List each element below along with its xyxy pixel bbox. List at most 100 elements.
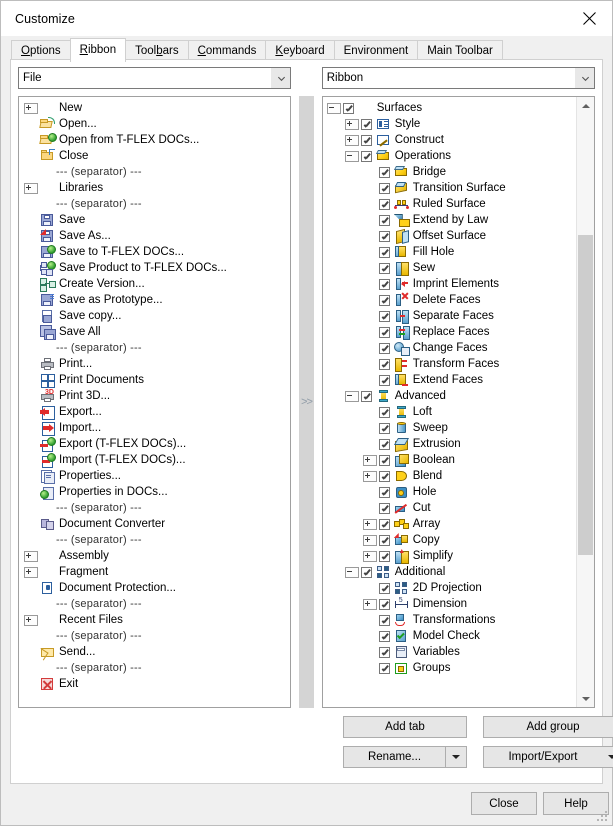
scrollbar-thumb[interactable] — [578, 235, 593, 555]
item-checkbox[interactable] — [378, 166, 390, 178]
left-tree-item[interactable]: Import... — [19, 420, 290, 436]
left-tree-item[interactable]: Properties in DOCs... — [19, 484, 290, 500]
item-checkbox[interactable] — [360, 134, 372, 146]
expander-slot[interactable] — [362, 518, 379, 530]
tree-separator[interactable]: --- (separator) --- — [19, 596, 290, 612]
right-tree-item[interactable]: Cut — [323, 500, 576, 516]
expand-plus-icon[interactable] — [24, 182, 38, 194]
left-tree-item[interactable]: Open from T-FLEX DOCs... — [19, 132, 290, 148]
tree-separator[interactable]: --- (separator) --- — [19, 500, 290, 516]
item-checkbox[interactable] — [378, 374, 390, 386]
expander-slot[interactable] — [24, 102, 40, 114]
expand-plus-icon[interactable] — [344, 118, 359, 130]
left-category-combo[interactable]: File — [18, 67, 292, 89]
right-tree-item[interactable]: Surfaces — [323, 100, 576, 116]
expand-plus-icon[interactable] — [362, 598, 377, 610]
item-checkbox[interactable] — [378, 294, 390, 306]
item-checkbox[interactable] — [378, 534, 390, 546]
left-tree-item[interactable]: Save as Prototype... — [19, 292, 290, 308]
right-tree-item[interactable]: Extend Faces — [323, 372, 576, 388]
collapse-minus-icon[interactable] — [326, 102, 341, 114]
scroll-up-button[interactable] — [577, 97, 594, 114]
item-checkbox[interactable] — [378, 246, 390, 258]
expander-slot[interactable] — [24, 566, 40, 578]
item-checkbox[interactable] — [378, 646, 390, 658]
right-tree-item[interactable]: Model Check — [323, 628, 576, 644]
item-checkbox[interactable] — [378, 262, 390, 274]
right-tree-item[interactable]: Blend — [323, 468, 576, 484]
right-tree-item[interactable]: Replace Faces — [323, 324, 576, 340]
tree-separator[interactable]: --- (separator) --- — [19, 164, 290, 180]
right-tree-item[interactable]: Additional — [323, 564, 576, 580]
tab-options[interactable]: Options — [11, 40, 71, 61]
expand-plus-icon[interactable] — [362, 454, 377, 466]
right-tree-item[interactable]: Boolean — [323, 452, 576, 468]
collapse-minus-icon[interactable] — [344, 390, 359, 402]
left-tree-item[interactable]: Send... — [19, 644, 290, 661]
expand-plus-icon[interactable] — [344, 134, 359, 146]
expand-plus-icon[interactable] — [362, 518, 377, 530]
close-window-button[interactable] — [566, 1, 612, 36]
left-tree-item[interactable]: Import (T-FLEX DOCs)... — [19, 452, 290, 468]
left-tree-item[interactable]: Save As... — [19, 228, 290, 244]
item-checkbox[interactable] — [378, 438, 390, 450]
right-tree-item[interactable]: Sew — [323, 260, 576, 276]
item-checkbox[interactable] — [378, 198, 390, 210]
right-tree-item[interactable]: Extend by Law — [323, 212, 576, 228]
import-export-dropdown-button[interactable] — [602, 747, 613, 767]
expander-slot[interactable] — [326, 102, 343, 114]
item-checkbox[interactable] — [378, 470, 390, 482]
item-checkbox[interactable] — [378, 454, 390, 466]
right-tree-item[interactable]: Ruled Surface — [323, 196, 576, 212]
right-tree-item[interactable]: Construct — [323, 132, 576, 148]
left-tree-item[interactable]: Export... — [19, 404, 290, 420]
tree-separator[interactable]: --- (separator) --- — [19, 532, 290, 548]
tab-main-toolbar[interactable]: Main Toolbar — [417, 40, 503, 61]
item-checkbox[interactable] — [378, 502, 390, 514]
item-checkbox[interactable] — [378, 486, 390, 498]
item-checkbox[interactable] — [378, 630, 390, 642]
item-checkbox[interactable] — [378, 598, 390, 610]
right-target-combo[interactable]: Ribbon — [321, 67, 595, 89]
item-checkbox[interactable] — [378, 230, 390, 242]
expander-slot[interactable] — [24, 550, 40, 562]
left-tree-item[interactable]: Assembly — [19, 548, 290, 564]
item-checkbox[interactable] — [378, 214, 390, 226]
right-tree-item[interactable]: Change Faces — [323, 340, 576, 356]
left-command-tree[interactable]: New Open... Open from T-FLEX DOCs... Close -… — [18, 96, 292, 708]
right-tree-item[interactable]: Advanced — [323, 388, 576, 404]
right-tree-item[interactable]: Loft — [323, 404, 576, 420]
right-tree-item[interactable]: Transformations — [323, 612, 576, 628]
expand-plus-icon[interactable] — [24, 566, 38, 578]
item-checkbox[interactable] — [360, 566, 372, 578]
item-checkbox[interactable] — [378, 278, 390, 290]
collapse-minus-icon[interactable] — [344, 150, 359, 162]
right-tree-item[interactable]: Fill Hole — [323, 244, 576, 260]
right-tree-item[interactable]: Imprint Elements — [323, 276, 576, 292]
expand-plus-icon[interactable] — [24, 102, 38, 114]
item-checkbox[interactable] — [360, 118, 372, 130]
right-tree-item[interactable]: Style — [323, 116, 576, 132]
import-export-button[interactable]: Import/Export — [483, 746, 613, 768]
right-tree-item[interactable]: Groups — [323, 660, 576, 676]
transfer-right-button[interactable]: >> — [301, 396, 313, 408]
expand-plus-icon[interactable] — [362, 550, 377, 562]
expand-plus-icon[interactable] — [362, 534, 377, 546]
right-tree-item[interactable]: Simplify — [323, 548, 576, 564]
right-tree-item[interactable]: Extrusion — [323, 436, 576, 453]
right-tree-item[interactable]: Copy — [323, 532, 576, 548]
resize-grip[interactable] — [597, 811, 609, 823]
tree-separator[interactable]: --- (separator) --- — [19, 340, 290, 356]
expander-slot[interactable] — [362, 470, 379, 482]
left-tree-item[interactable]: Save — [19, 212, 290, 228]
left-tree-item[interactable]: Print... — [19, 356, 290, 372]
expander-slot[interactable] — [344, 118, 361, 130]
expander-slot[interactable] — [344, 566, 361, 578]
expander-slot[interactable] — [344, 150, 361, 162]
tree-separator[interactable]: --- (separator) --- — [19, 628, 290, 644]
item-checkbox[interactable] — [378, 422, 390, 434]
add-group-button[interactable]: Add group — [483, 716, 613, 738]
left-tree-item[interactable]: Open... — [19, 116, 290, 132]
add-tab-button[interactable]: Add tab — [343, 716, 467, 738]
right-tree-item[interactable]: Array — [323, 516, 576, 532]
